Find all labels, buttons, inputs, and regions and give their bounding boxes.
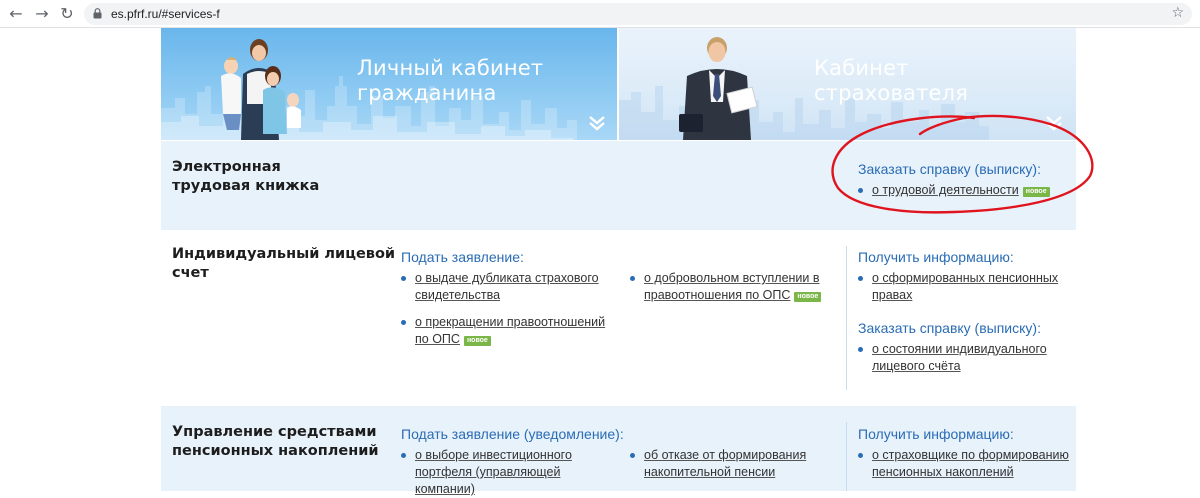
citizen-cabinet-title[interactable]: Личный кабинет гражданина bbox=[357, 56, 543, 106]
section-title-line2: пенсионных накоплений bbox=[172, 443, 379, 459]
link-line2[interactable]: свидетельства bbox=[415, 288, 500, 302]
section-title-line1: Управление средствами bbox=[172, 424, 377, 440]
section-pension-savings: Управление средствами пенсионных накопле… bbox=[161, 406, 1076, 496]
citizen-cabinet-banner[interactable]: Личный кабинет гражданина bbox=[161, 28, 617, 140]
pension-rights-link[interactable]: о сформированных пенсионных правах bbox=[858, 270, 1068, 304]
bullet bbox=[630, 453, 635, 458]
bullet bbox=[630, 276, 635, 281]
section-title: Управление средствами пенсионных накопле… bbox=[172, 423, 379, 461]
link-label[interactable]: о трудовой деятельности bbox=[872, 183, 1019, 197]
bullet bbox=[858, 276, 863, 281]
bullet bbox=[858, 347, 863, 352]
bullet bbox=[401, 276, 406, 281]
insurer-title-line1: Кабинет bbox=[814, 56, 909, 80]
citizen-title-line1: Личный кабинет bbox=[357, 56, 544, 80]
link-line2[interactable]: по ОПС bbox=[415, 332, 460, 346]
insurer-cabinet-title[interactable]: Кабинет страхователя bbox=[814, 56, 968, 106]
section-title: Индивидуальный лицевой счет bbox=[172, 245, 395, 283]
link-line1[interactable]: о страховщике по формированию bbox=[872, 448, 1069, 462]
section-title-line2: счет bbox=[172, 265, 209, 281]
get-information-heading: Получить информацию: bbox=[858, 249, 1014, 265]
reload-icon[interactable]: ↻ bbox=[57, 4, 77, 24]
link-line2[interactable]: пенсионных накоплений bbox=[872, 465, 1014, 479]
arrow-right-icon[interactable]: → bbox=[32, 4, 52, 24]
browser-toolbar: ← → ↻ es.pfrf.ru/#services-f ☆ bbox=[0, 0, 1200, 28]
section-individual-account: Индивидуальный лицевой счет Подать заявл… bbox=[161, 230, 1076, 406]
new-badge: новое bbox=[1022, 187, 1050, 197]
link-line1[interactable]: о добровольном вступлении в bbox=[644, 271, 820, 285]
lock-icon bbox=[93, 8, 102, 19]
section-electronic-workbook: Электронная трудовая книжка Заказать спр… bbox=[161, 141, 1076, 230]
link-line3[interactable]: компании) bbox=[415, 482, 475, 496]
insurer-title-line2: страхователя bbox=[814, 81, 969, 105]
submit-notice-heading: Подать заявление (уведомление): bbox=[401, 426, 624, 442]
duplicate-certificate-link[interactable]: о выдаче дубликата страхового свидетельст… bbox=[401, 270, 611, 304]
bullet bbox=[401, 453, 406, 458]
businessman-photo bbox=[679, 37, 758, 140]
link-line2[interactable]: накопительной пенсии bbox=[644, 465, 775, 479]
column-divider bbox=[846, 422, 847, 491]
url-text[interactable]: es.pfrf.ru/#services-f bbox=[111, 6, 220, 22]
insurer-info-link[interactable]: о страховщике по формированию пенсионных … bbox=[858, 447, 1072, 481]
new-badge: новое bbox=[463, 336, 491, 346]
citizen-title-line2: гражданина bbox=[357, 81, 497, 105]
terminate-relations-link[interactable]: о прекращении правоотношений по ОПС новое bbox=[401, 314, 611, 348]
link-line2[interactable]: правоотношения по ОПС bbox=[644, 288, 790, 302]
section-title-line1: Индивидуальный лицевой bbox=[172, 246, 396, 262]
address-bar[interactable]: es.pfrf.ru/#services-f ☆ bbox=[84, 3, 1192, 25]
star-icon[interactable]: ☆ bbox=[1171, 5, 1184, 21]
new-badge: новое bbox=[794, 292, 822, 302]
double-chevron-down-icon[interactable] bbox=[1044, 114, 1064, 132]
bullet bbox=[858, 188, 863, 193]
section-title-line2: трудовая книжка bbox=[172, 178, 320, 194]
section-title: Электронная трудовая книжка bbox=[172, 158, 319, 196]
link-line1[interactable]: о состоянии индивидуального bbox=[872, 342, 1047, 356]
bullet bbox=[858, 453, 863, 458]
bullet bbox=[401, 320, 406, 325]
work-activity-link[interactable]: о трудовой деятельности новое bbox=[858, 182, 1068, 199]
insurer-cabinet-banner[interactable]: Кабинет страхователя bbox=[619, 28, 1076, 140]
column-divider bbox=[846, 246, 847, 390]
refuse-funded-pension-link[interactable]: об отказе от формирования накопительной п… bbox=[630, 447, 830, 481]
voluntary-entry-link[interactable]: о добровольном вступлении в правоотношени… bbox=[630, 270, 830, 304]
link-line1[interactable]: о прекращении правоотношений bbox=[415, 315, 605, 329]
get-information-heading: Получить информацию: bbox=[858, 426, 1014, 442]
order-certificate-heading: Заказать справку (выписку): bbox=[858, 320, 1041, 336]
account-status-link[interactable]: о состоянии индивидуального лицевого счёт… bbox=[858, 341, 1068, 375]
link-line1[interactable]: о выдаче дубликата страхового bbox=[415, 271, 599, 285]
link-line1[interactable]: о сформированных пенсионных bbox=[872, 271, 1058, 285]
link-line2[interactable]: правах bbox=[872, 288, 912, 302]
family-photo bbox=[221, 39, 301, 140]
link-line1[interactable]: о выборе инвестиционного bbox=[415, 448, 572, 462]
link-line2[interactable]: лицевого счёта bbox=[872, 359, 961, 373]
submit-application-heading: Подать заявление: bbox=[401, 249, 524, 265]
double-chevron-down-icon[interactable] bbox=[587, 114, 607, 132]
arrow-left-icon[interactable]: ← bbox=[6, 4, 26, 24]
investment-portfolio-link[interactable]: о выборе инвестиционного портфеля (управл… bbox=[401, 447, 611, 498]
order-certificate-heading: Заказать справку (выписку): bbox=[858, 161, 1041, 177]
section-title-line1: Электронная bbox=[172, 159, 281, 175]
link-line2[interactable]: портфеля (управляющей bbox=[415, 465, 560, 479]
link-line1[interactable]: об отказе от формирования bbox=[644, 448, 806, 462]
